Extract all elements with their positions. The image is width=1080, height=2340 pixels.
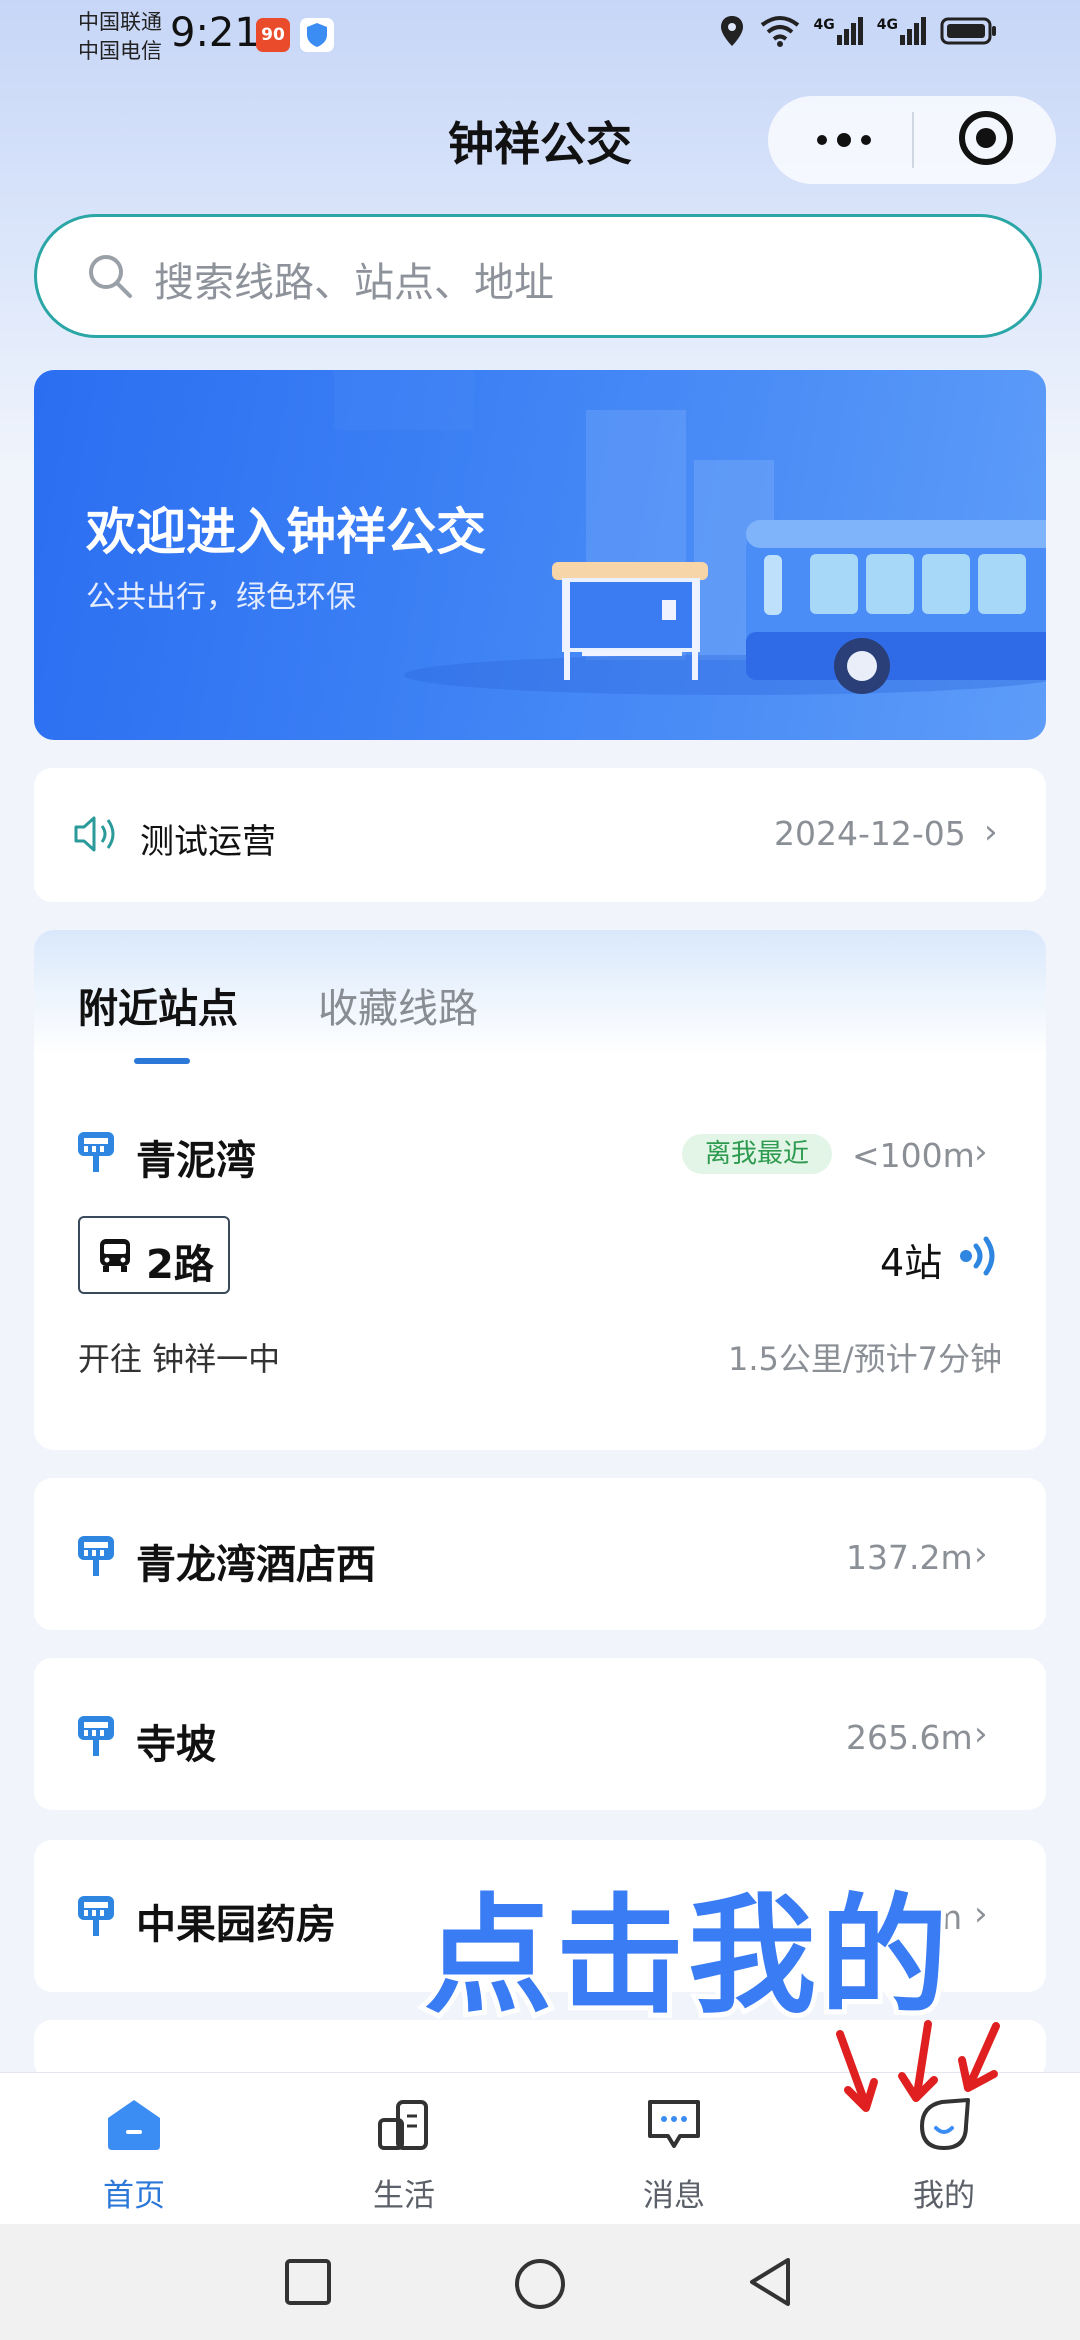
status-time: 9:21 [170, 10, 260, 56]
nav-label-profile: 我的 [913, 2178, 975, 2214]
nearest-station-distance: <100m [852, 1136, 975, 1175]
chevron-right-icon: › [974, 1714, 988, 1754]
bus-stop-icon [76, 1534, 116, 1578]
realtime-signal-icon [956, 1234, 1004, 1278]
life-icon [378, 2100, 428, 2150]
recent-apps-button[interactable] [282, 2256, 334, 2308]
station-name: 中果园药房 [136, 1902, 336, 1948]
station-distance: 137.2m [846, 1538, 973, 1577]
search-placeholder: 搜索线路、站点、地址 [154, 260, 554, 306]
tab-favorite-routes[interactable]: 收藏线路 [318, 976, 478, 1034]
tutorial-overlay-text: 点击我的 [419, 1877, 953, 2036]
route-destination: 开往 钟祥一中 [78, 1340, 281, 1378]
carrier-labels: 中国联通 中国电信 [78, 8, 162, 66]
signal-4g-icon: 4G [877, 17, 926, 45]
notice-text: 测试运营 [140, 822, 276, 862]
network-type-label: 4G [813, 17, 835, 33]
nearest-station-name[interactable]: 青泥湾 [136, 1128, 256, 1186]
stops-away: 4站 [880, 1241, 943, 1285]
notice-date: 2024-12-05 [774, 814, 966, 853]
back-button[interactable] [744, 2254, 796, 2310]
route-eta: 1.5公里/预计7分钟 [728, 1340, 1003, 1378]
bus-stop-icon [76, 1130, 116, 1174]
message-icon [648, 2100, 700, 2148]
app-icon-red: 90 [256, 18, 290, 52]
chevron-right-icon: › [974, 1894, 988, 1934]
bus-stop-icon [76, 1714, 116, 1758]
nav-label-life: 生活 [373, 2178, 435, 2214]
banner-title: 欢迎进入钟祥公交 [86, 503, 486, 561]
signal-4g-icon: 4G [814, 17, 863, 45]
location-icon [720, 16, 743, 46]
target-circle-icon[interactable] [956, 108, 1016, 168]
wifi-icon [760, 16, 799, 47]
battery-icon [940, 17, 996, 45]
chevron-right-icon: › [974, 1132, 988, 1172]
chevron-right-icon: › [974, 1534, 988, 1574]
station-name: 青龙湾酒店西 [136, 1542, 376, 1588]
nav-label-messages: 消息 [643, 2178, 705, 2214]
home-button[interactable] [512, 2256, 568, 2312]
speaker-icon [72, 812, 122, 856]
station-distance: 265.6m [846, 1718, 973, 1757]
network-type-label: 4G [876, 17, 898, 33]
nav-label-home: 首页 [103, 2178, 165, 2214]
search-icon [84, 250, 136, 302]
arrow-annotation [830, 2016, 1010, 2126]
shield-app-icon [300, 18, 334, 52]
home-icon [108, 2100, 160, 2150]
banner-subtitle: 公共出行，绿色环保 [86, 580, 356, 615]
bus-icon [96, 1236, 134, 1274]
more-dots-icon[interactable] [806, 124, 886, 156]
carrier-1: 中国联通 [78, 10, 162, 34]
active-tab-indicator [134, 1058, 190, 1064]
carrier-2: 中国电信 [78, 39, 162, 63]
tab-nearby-stations[interactable]: 附近站点 [78, 976, 238, 1034]
chevron-right-icon: › [984, 812, 998, 852]
route-number: 2路 [146, 1242, 214, 1288]
status-icons: 4G 4G [718, 14, 998, 48]
bus-stop-icon [76, 1894, 116, 1938]
capsule-divider [912, 112, 914, 168]
nearest-badge: 离我最近 [682, 1134, 832, 1174]
station-name: 寺坡 [136, 1722, 216, 1768]
